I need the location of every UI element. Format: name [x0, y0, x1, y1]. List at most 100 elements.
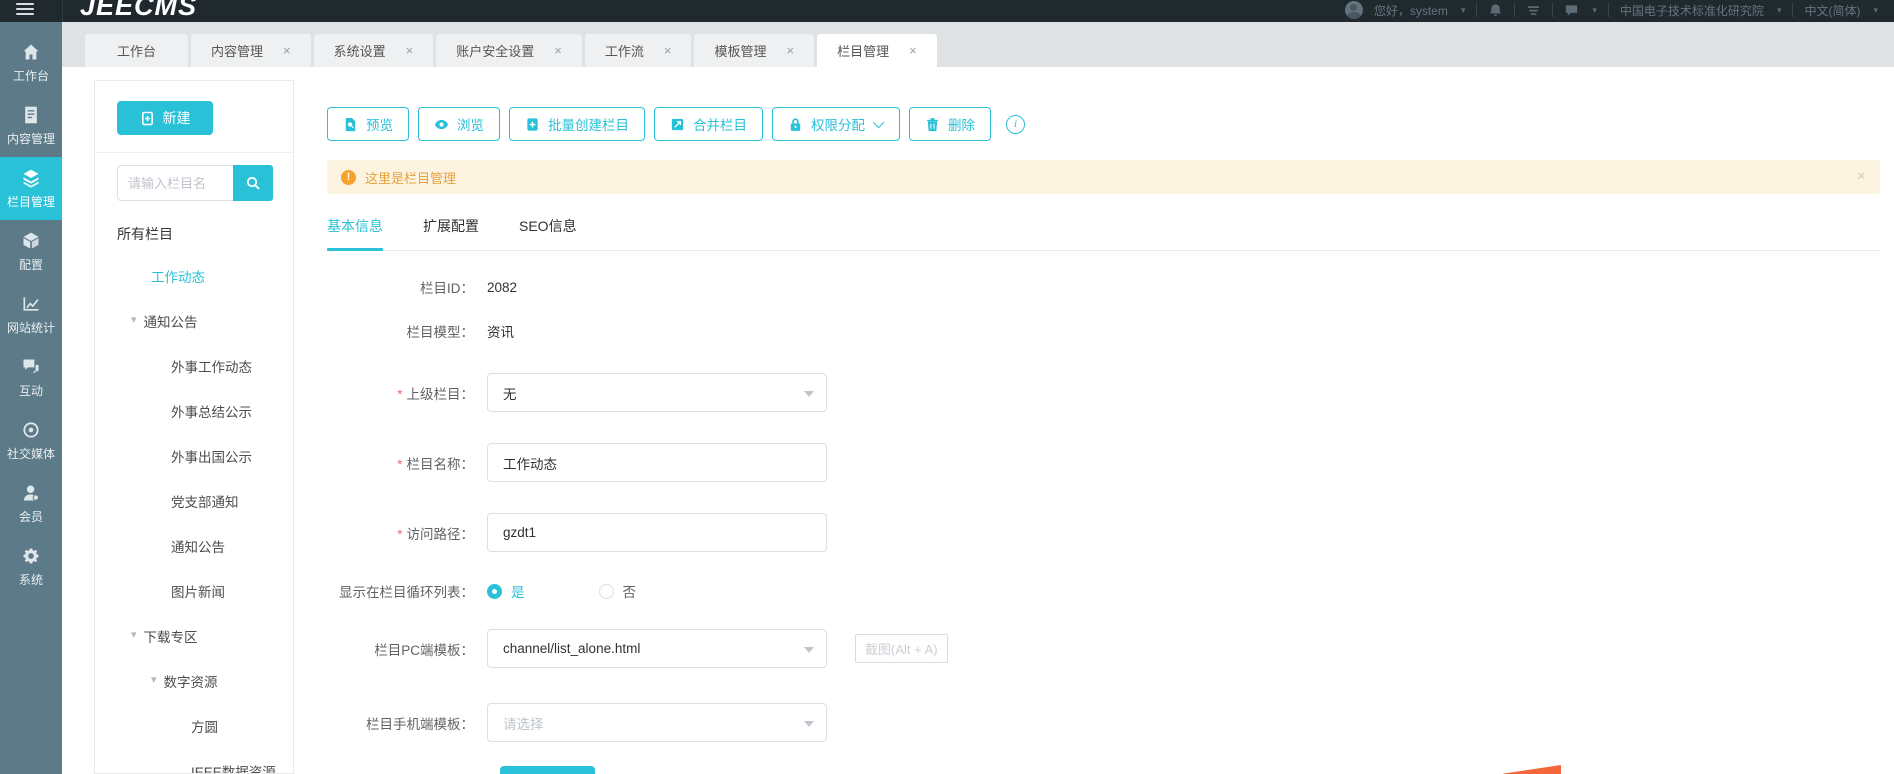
tab-content-mgmt[interactable]: 内容管理 ×	[191, 34, 311, 67]
list-icon[interactable]	[1526, 3, 1541, 18]
tree-item[interactable]: 工作动态	[95, 253, 293, 298]
tree-item-label: 通知公告	[171, 539, 225, 555]
browse-button[interactable]: 浏览	[418, 107, 500, 141]
chevron-down-icon	[804, 721, 814, 732]
sidebar-item-config[interactable]: 配置	[0, 220, 62, 283]
tab-workbench[interactable]: 工作台	[85, 34, 189, 67]
divider	[95, 152, 293, 153]
submit-button[interactable]	[500, 766, 595, 774]
access-path-input[interactable]	[487, 513, 827, 552]
sidebar-item-content[interactable]: 内容管理	[0, 94, 62, 157]
field-label: 栏目手机端模板：	[366, 716, 474, 732]
preview-button[interactable]: 预览	[327, 107, 409, 141]
bell-icon[interactable]	[1488, 3, 1503, 18]
batch-create-button[interactable]: 批量创建栏目	[509, 107, 645, 141]
tree-expand-icon[interactable]: ▾	[131, 315, 137, 326]
tree-item[interactable]: 通知公告	[95, 523, 293, 568]
tab-extended-config[interactable]: 扩展配置	[423, 216, 479, 250]
tree-item[interactable]: ▾ 通知公告	[95, 298, 293, 343]
tree-item-label: 外事总结公示	[171, 404, 252, 420]
column-tree-panel: 新建 所有栏目 工作动态 ▾ 通知公告 外事工作动态 外事总结公示 外事出国公示 …	[94, 80, 294, 774]
tab-basic-info[interactable]: 基本信息	[327, 216, 383, 251]
mobile-template-select[interactable]: 请选择	[487, 703, 827, 742]
tab-system-settings[interactable]: 系统设置 ×	[313, 34, 434, 67]
tree-expand-icon[interactable]: ▾	[131, 630, 137, 641]
sidebar-item-members[interactable]: 会员	[0, 472, 62, 535]
radio-yes[interactable]: 是	[487, 581, 525, 601]
tree-item-label: 下载专区	[143, 629, 198, 645]
tab-column-mgmt[interactable]: 栏目管理 ×	[817, 34, 937, 67]
avatar[interactable]	[1344, 1, 1363, 19]
required-mark: *	[397, 526, 403, 542]
close-icon[interactable]: ×	[786, 44, 794, 57]
divider	[1476, 3, 1478, 17]
divider	[1552, 3, 1554, 17]
tab-workflow[interactable]: 工作流 ×	[584, 34, 692, 67]
site-selector[interactable]: 中国电子技术标准化研究院	[1620, 2, 1764, 19]
tab-seo-info[interactable]: SEO信息	[519, 216, 577, 250]
sidebar-item-interaction[interactable]: 互动	[0, 346, 62, 409]
tree-expand-icon[interactable]: ▾	[151, 675, 157, 686]
delete-button[interactable]: 删除	[909, 107, 991, 141]
tree-root-label[interactable]: 所有栏目	[95, 215, 293, 253]
tree-item[interactable]: 外事总结公示	[95, 388, 293, 433]
sidebar-item-workbench[interactable]: 工作台	[0, 31, 62, 94]
parent-column-select[interactable]: 无	[487, 373, 827, 412]
tree-item[interactable]: IEEE数据资源	[95, 748, 293, 774]
tree-item[interactable]: 党支部通知	[95, 478, 293, 523]
close-icon[interactable]: ×	[406, 44, 414, 57]
divider	[1792, 3, 1794, 17]
tree-item-label: 数字资源	[163, 674, 218, 690]
new-column-button[interactable]: 新建	[117, 101, 213, 135]
tree-item[interactable]: 方圆	[95, 703, 293, 748]
pc-template-select[interactable]: channel/list_alone.html	[487, 629, 827, 668]
search-button[interactable]	[233, 165, 273, 201]
language-selector[interactable]: 中文(简体)	[1804, 2, 1860, 19]
column-name-input[interactable]	[487, 443, 827, 482]
header-divider	[62, 0, 63, 22]
main-content: 预览 浏览 批量创建栏目 合并栏目 权限分配 删除 i ! 这里是栏目管理 × …	[327, 107, 1880, 742]
radio-selected-icon	[487, 583, 502, 599]
tree-item[interactable]: ▾ 数字资源	[95, 658, 293, 703]
radio-unselected-icon	[598, 583, 614, 599]
member-icon	[23, 485, 39, 501]
sidebar-item-stats[interactable]: 网站统计	[0, 283, 62, 346]
tab-template-mgmt[interactable]: 模板管理 ×	[694, 34, 815, 67]
open-tabs-bar: 工作台 内容管理 × 系统设置 × 账户安全设置 × 工作流 × 模板管理 × 栏目管理 ×	[62, 22, 1894, 67]
info-alert: ! 这里是栏目管理 ×	[327, 160, 1880, 194]
tree-item-label: 图片新闻	[171, 584, 225, 600]
sidebar-item-label: 网站统计	[6, 320, 55, 335]
form-row-column-model: 栏目模型： 资讯	[327, 321, 1880, 341]
permissions-button[interactable]: 权限分配	[772, 107, 900, 141]
radio-no[interactable]: 否	[598, 581, 636, 601]
header-actions: 您好，system ▾ ▾ 中国电子技术标准化研究院 ▾ 中文(简体) ▾	[1344, 0, 1878, 22]
sidebar-item-social[interactable]: 社交媒体	[0, 409, 62, 472]
sidebar-item-columns[interactable]: 栏目管理	[0, 157, 62, 220]
sidebar-item-system[interactable]: 系统	[0, 535, 62, 598]
field-label: * 上级栏目：	[397, 386, 474, 402]
tab-account-security[interactable]: 账户安全设置 ×	[436, 34, 582, 67]
field-label: * 栏目名称：	[397, 456, 474, 472]
form-row-pc-template: 栏目PC端模板： channel/list_alone.html 截图(Alt …	[327, 629, 1880, 668]
menu-toggle-icon[interactable]	[16, 3, 34, 17]
close-icon[interactable]: ×	[1857, 169, 1866, 185]
message-icon[interactable]	[1564, 3, 1579, 18]
user-greeting[interactable]: 您好，system	[1374, 2, 1448, 19]
lock-icon	[790, 117, 801, 131]
tree-item[interactable]: ▾ 下载专区	[95, 613, 293, 658]
button-label: 批量创建栏目	[548, 118, 629, 133]
close-icon[interactable]: ×	[554, 44, 562, 57]
merge-columns-button[interactable]: 合并栏目	[654, 107, 763, 141]
tree-item[interactable]: 图片新闻	[95, 568, 293, 613]
close-icon[interactable]: ×	[909, 44, 917, 57]
close-icon[interactable]: ×	[664, 44, 672, 57]
required-mark: *	[397, 456, 403, 472]
column-model-value: 资讯	[487, 325, 514, 340]
close-icon[interactable]: ×	[283, 44, 291, 57]
button-label: 浏览	[457, 118, 484, 133]
search-input[interactable]	[117, 165, 233, 201]
cube-icon	[23, 232, 39, 248]
tree-item[interactable]: 外事出国公示	[95, 433, 293, 478]
info-icon[interactable]: i	[1006, 114, 1025, 134]
tree-item[interactable]: 外事工作动态	[95, 343, 293, 388]
